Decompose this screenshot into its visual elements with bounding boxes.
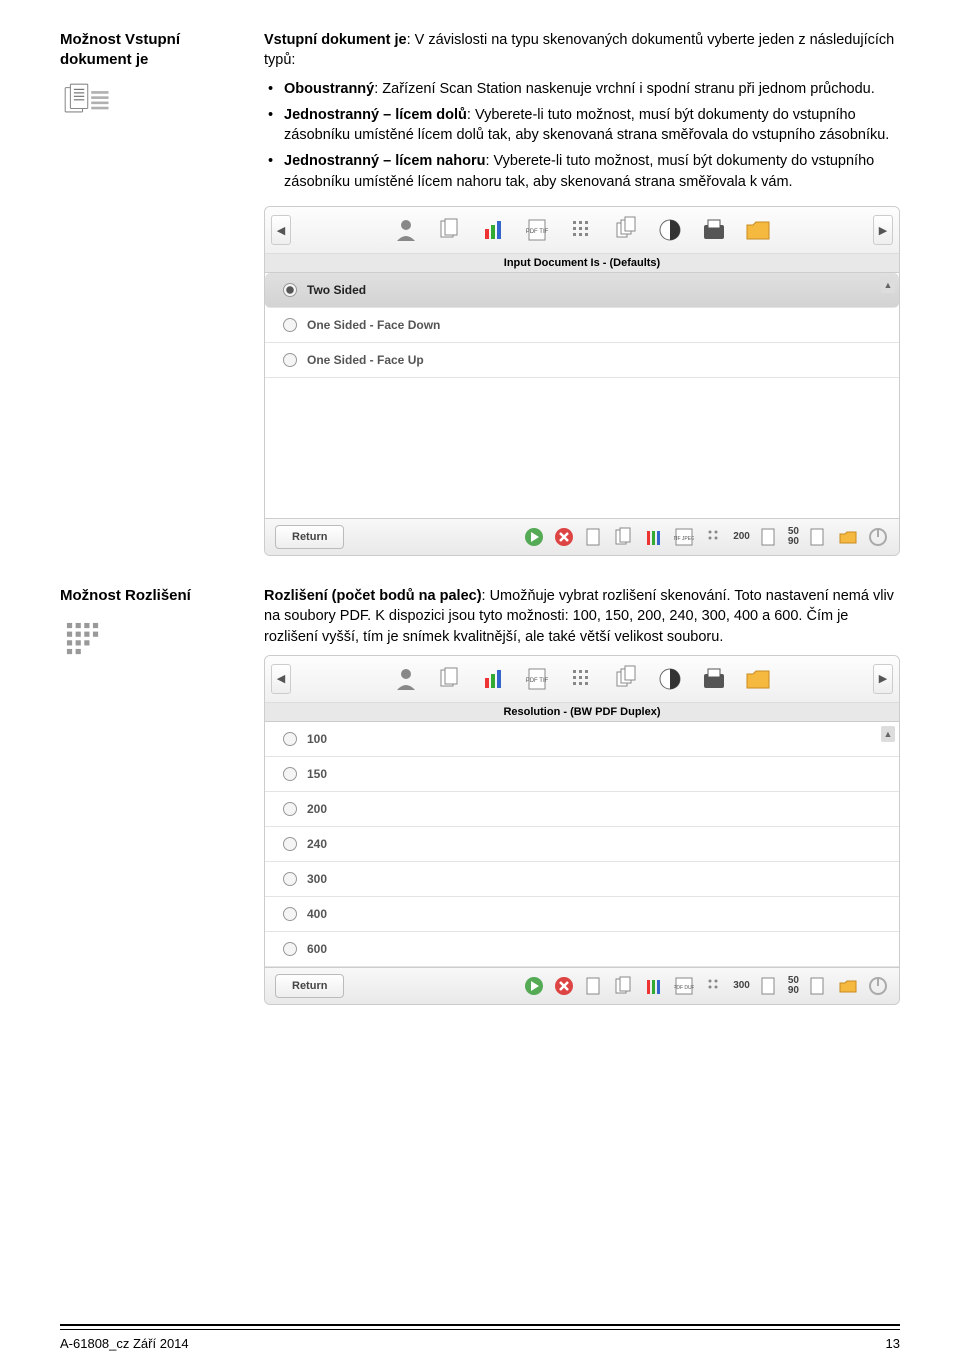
svg-text:TIF JPEG: TIF JPEG (674, 536, 694, 542)
footer-left: A-61808_cz Září 2014 (60, 1336, 189, 1351)
return-button[interactable]: Return (275, 974, 344, 998)
nav-next-button[interactable]: ▶ (873, 664, 893, 694)
power-icon[interactable] (867, 975, 889, 997)
chart-icon[interactable] (475, 660, 513, 698)
resolution-value: 300 (733, 981, 750, 991)
return-button[interactable]: Return (275, 525, 344, 549)
options-list: ▲ 100 150 200 240 300 400 600 (265, 722, 899, 967)
options-list: ▲ Two Sided One Sided - Face Down One Si… (265, 273, 899, 518)
toolbar: ◀ PDF TIF ▶ (265, 207, 899, 254)
doc2-icon[interactable] (758, 975, 780, 997)
nav-next-button[interactable]: ▶ (873, 215, 893, 245)
contrast-icon[interactable] (651, 211, 689, 249)
svg-text:PDF DUP: PDF DUP (674, 985, 694, 991)
chart-icon[interactable] (475, 211, 513, 249)
cancel-icon[interactable] (553, 526, 575, 548)
folder-icon[interactable] (739, 660, 777, 698)
option-400[interactable]: 400 (265, 897, 899, 932)
window-title: Resolution - (BW PDF Duplex) (265, 703, 899, 722)
contrast-icon[interactable] (651, 660, 689, 698)
list-item: Oboustranný: Zařízení Scan Station naske… (284, 79, 900, 99)
toolbar: ◀ PDF TIF ▶ (265, 656, 899, 703)
power-icon[interactable] (867, 526, 889, 548)
copies-icon[interactable] (607, 660, 645, 698)
documents-icon[interactable] (431, 660, 469, 698)
doc3-icon[interactable] (807, 975, 829, 997)
documents-icon[interactable] (431, 211, 469, 249)
color-bars-icon[interactable] (643, 975, 665, 997)
section1-intro: Vstupní dokument je: V závislosti na typ… (264, 30, 900, 71)
play-icon[interactable] (523, 975, 545, 997)
nav-prev-button[interactable]: ◀ (271, 215, 291, 245)
format-icon[interactable]: TIF JPEG (673, 526, 695, 548)
section2-para: Rozlišení (počet bodů na palec): Umožňuj… (264, 586, 900, 647)
option-face-up[interactable]: One Sided - Face Up (265, 343, 899, 378)
folder-small-icon[interactable] (837, 526, 859, 548)
format-icon[interactable]: PDF DUP (673, 975, 695, 997)
person-icon[interactable] (387, 660, 425, 698)
doc2-icon[interactable] (758, 526, 780, 548)
scroll-up-icon[interactable]: ▲ (881, 726, 895, 742)
play-icon[interactable] (523, 526, 545, 548)
section2-heading: Možnost Rozlišení (60, 586, 240, 606)
scroll-up-icon[interactable]: ▲ (881, 277, 895, 293)
option-100[interactable]: 100 (265, 722, 899, 757)
file-type-icon[interactable]: PDF TIF (519, 660, 557, 698)
option-300[interactable]: 300 (265, 862, 899, 897)
section1-heading: Možnost Vstupní dokument je (60, 30, 240, 69)
resolution-section-icon (60, 616, 112, 668)
cancel-icon[interactable] (553, 975, 575, 997)
svg-text:PDF TIF: PDF TIF (526, 678, 549, 684)
resolution-window: ◀ PDF TIF ▶ Resolution - (BW PDF Duplex)… (264, 655, 900, 1005)
resolution-icon[interactable] (563, 660, 601, 698)
pages-icon[interactable] (613, 526, 635, 548)
option-600[interactable]: 600 (265, 932, 899, 967)
bottom-toolbar: Return TIF JPEG 200 5090 (265, 518, 899, 555)
pages-icon[interactable] (613, 975, 635, 997)
resolution-icon[interactable] (563, 211, 601, 249)
list-item: Jednostranný – lícem nahoru: Vyberete-li… (284, 151, 900, 192)
dots-icon[interactable] (703, 975, 725, 997)
ratio-value: 5090 (788, 976, 799, 996)
doc-small-icon[interactable] (583, 526, 605, 548)
page-footer: A-61808_cz Září 2014 13 (60, 1324, 900, 1351)
option-200[interactable]: 200 (265, 792, 899, 827)
folder-small-icon[interactable] (837, 975, 859, 997)
nav-prev-button[interactable]: ◀ (271, 664, 291, 694)
footer-page-number: 13 (886, 1336, 900, 1351)
fax-icon[interactable] (695, 660, 733, 698)
option-150[interactable]: 150 (265, 757, 899, 792)
resolution-value: 200 (733, 532, 750, 542)
svg-text:PDF TIF: PDF TIF (526, 229, 549, 235)
option-face-down[interactable]: One Sided - Face Down (265, 308, 899, 343)
folder-icon[interactable] (739, 211, 777, 249)
doc-small-icon[interactable] (583, 975, 605, 997)
file-type-icon[interactable]: PDF TIF (519, 211, 557, 249)
color-bars-icon[interactable] (643, 526, 665, 548)
bottom-toolbar: Return PDF DUP 300 5090 (265, 967, 899, 1004)
dots-icon[interactable] (703, 526, 725, 548)
option-two-sided[interactable]: Two Sided (265, 273, 899, 308)
section1-bullet-list: Oboustranný: Zařízení Scan Station naske… (264, 79, 900, 192)
option-240[interactable]: 240 (265, 827, 899, 862)
copies-icon[interactable] (607, 211, 645, 249)
list-item: Jednostranný – lícem dolů: Vyberete-li t… (284, 105, 900, 146)
doc3-icon[interactable] (807, 526, 829, 548)
input-document-icon (60, 79, 112, 131)
window-title: Input Document Is - (Defaults) (265, 254, 899, 273)
person-icon[interactable] (387, 211, 425, 249)
ratio-value: 5090 (788, 527, 799, 547)
fax-icon[interactable] (695, 211, 733, 249)
input-document-window: ◀ PDF TIF ▶ Input Document Is - (Default… (264, 206, 900, 556)
